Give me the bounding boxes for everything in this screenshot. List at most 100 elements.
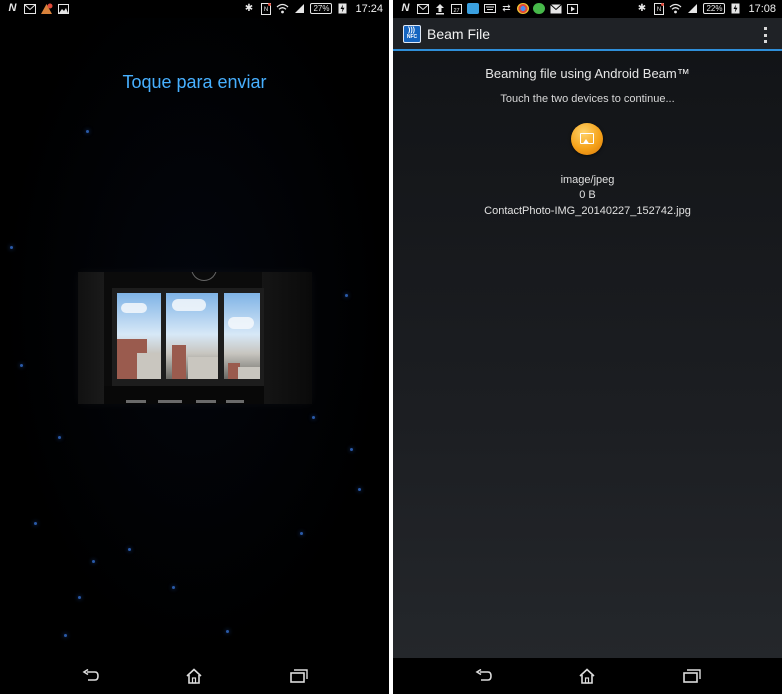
app-title: Beam File: [427, 26, 491, 42]
background-star: [350, 448, 353, 451]
notification-icons: N: [6, 2, 70, 15]
picture-glyph: [580, 133, 594, 144]
signal-icon: [686, 2, 699, 15]
overflow-menu-button[interactable]: [762, 27, 768, 43]
svg-text:27: 27: [453, 8, 459, 14]
background-star: [226, 630, 229, 633]
background-star: [345, 294, 348, 297]
left-phone-screen: N ✱ N 27% 17:24 Toque para enviar: [0, 0, 389, 694]
photo-detail: [226, 400, 244, 403]
navigation-bar: [393, 658, 782, 694]
background-star: [78, 596, 81, 599]
touch-to-beam-prompt: Toque para enviar: [122, 72, 267, 92]
photo-detail: [172, 345, 186, 379]
photo-detail: [137, 353, 161, 379]
background-star: [10, 246, 13, 249]
photo-detail: [172, 299, 206, 311]
gmail-icon: [416, 2, 429, 15]
email-icon: [549, 2, 562, 15]
signal-icon: [293, 2, 306, 15]
background-star: [64, 634, 67, 637]
keyboard-icon: [483, 2, 496, 15]
file-size: 0 B: [579, 189, 596, 201]
photo-detail: [112, 288, 264, 386]
background-star: [312, 416, 315, 419]
nfc-n-icon: N: [401, 2, 410, 14]
app-logo[interactable]: ))) NFC: [403, 25, 421, 43]
right-phone-screen: N 27 ⇄ ✱ N 22% 17:08))) NFC Beam File B…: [393, 0, 782, 694]
back-icon: [82, 669, 99, 681]
beam-heading: Beaming file using Android Beam™: [485, 66, 690, 81]
battery-indicator: 22%: [703, 3, 726, 14]
overflow-dot: [763, 27, 767, 30]
system-icons: ✱ N 22% 17:08: [635, 2, 776, 15]
chrome-icon: [517, 3, 529, 14]
photo-detail: [224, 293, 260, 379]
file-name: ContactPhoto-IMG_20140227_152742.jpg: [484, 205, 691, 217]
app-icon: [467, 3, 479, 14]
back-button[interactable]: [80, 666, 102, 686]
photo-detail: [78, 272, 104, 404]
status-clock: 17:24: [355, 2, 383, 15]
calendar-icon: 27: [450, 2, 463, 15]
shared-photo-thumbnail[interactable]: [78, 272, 312, 404]
status-bar[interactable]: N ✱ N 27% 17:24: [0, 0, 389, 18]
status-bar[interactable]: N 27 ⇄ ✱ N 22% 17:08: [393, 0, 782, 18]
recent-apps-button[interactable]: [681, 666, 703, 686]
photo-detail: [228, 317, 254, 329]
back-button[interactable]: [473, 666, 495, 686]
charging-icon: [729, 2, 742, 15]
app-notification-icon: [40, 2, 53, 15]
beam-instruction: Touch the two devices to continue...: [500, 93, 675, 105]
battery-indicator: 27%: [310, 3, 333, 14]
home-icon: [579, 668, 595, 684]
background-star: [20, 364, 23, 367]
photo-detail: [262, 272, 312, 404]
wifi-icon: [669, 2, 682, 15]
overflow-dot: [763, 40, 767, 43]
image-file-icon: [571, 123, 603, 155]
nfc-status-icon: N: [259, 2, 272, 15]
shuffle-icon: ⇄: [502, 3, 511, 14]
home-icon: [186, 668, 202, 684]
background-star: [92, 560, 95, 563]
nfc-status-icon: N: [652, 2, 665, 15]
background-star: [128, 548, 131, 551]
upload-icon: [433, 2, 446, 15]
play-icon: [566, 2, 579, 15]
photo-detail: [158, 400, 182, 403]
whatsapp-icon: [533, 3, 545, 14]
nfc-n-icon: N: [8, 2, 17, 14]
app-logo-label: NFC: [406, 34, 418, 40]
svg-text:N: N: [264, 7, 268, 13]
bluetooth-icon: ✱: [637, 3, 647, 14]
photo-detail: [188, 357, 218, 379]
background-star: [34, 522, 37, 525]
screenshot-comparison: N ✱ N 27% 17:24 Toque para enviar N 27 ⇄…: [0, 0, 782, 694]
notification-icons: N 27 ⇄: [399, 2, 579, 15]
background-star: [58, 436, 61, 439]
photo-detail: [121, 303, 147, 313]
charging-icon: [336, 2, 349, 15]
photo-detail: [196, 400, 216, 403]
overflow-dot: [763, 33, 767, 37]
back-icon: [475, 669, 492, 681]
home-button[interactable]: [183, 666, 205, 686]
background-star: [86, 130, 89, 133]
recent-apps-icon: [683, 669, 701, 683]
beam-content: Beaming file using Android Beam™ Touch t…: [393, 51, 782, 658]
file-mime-type: image/jpeg: [560, 174, 615, 186]
image-icon: [57, 2, 70, 15]
photo-detail: [126, 400, 146, 403]
recent-apps-icon: [290, 669, 308, 683]
photo-detail: [238, 367, 260, 379]
recent-apps-button[interactable]: [288, 666, 310, 686]
background-star: [358, 488, 361, 491]
home-button[interactable]: [576, 666, 598, 686]
bluetooth-icon: ✱: [244, 3, 254, 14]
app-action-bar: ))) NFC Beam File: [393, 18, 782, 51]
wifi-icon: [276, 2, 289, 15]
status-clock: 17:08: [748, 2, 776, 15]
nfc-waves-icon: ))): [408, 27, 415, 34]
system-icons: ✱ N 27% 17:24: [242, 2, 383, 15]
